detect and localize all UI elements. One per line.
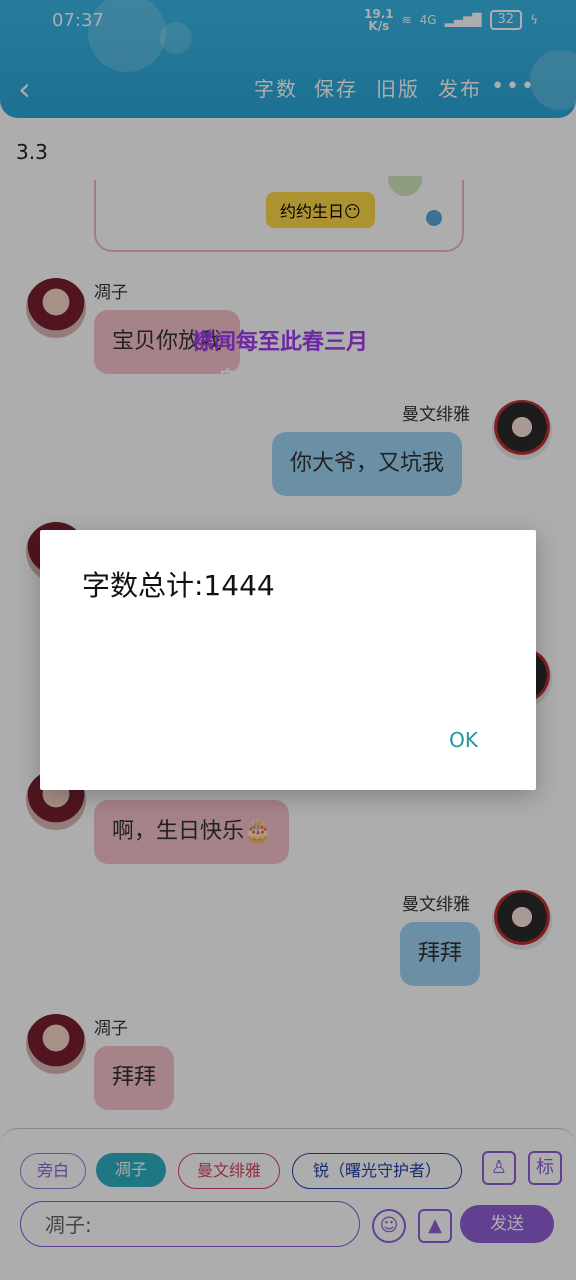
word-count-dialog: 字数总计:1444 OK xyxy=(40,530,536,790)
dialog-message: 字数总计:1444 xyxy=(82,569,275,602)
ok-button[interactable]: OK xyxy=(449,728,478,752)
